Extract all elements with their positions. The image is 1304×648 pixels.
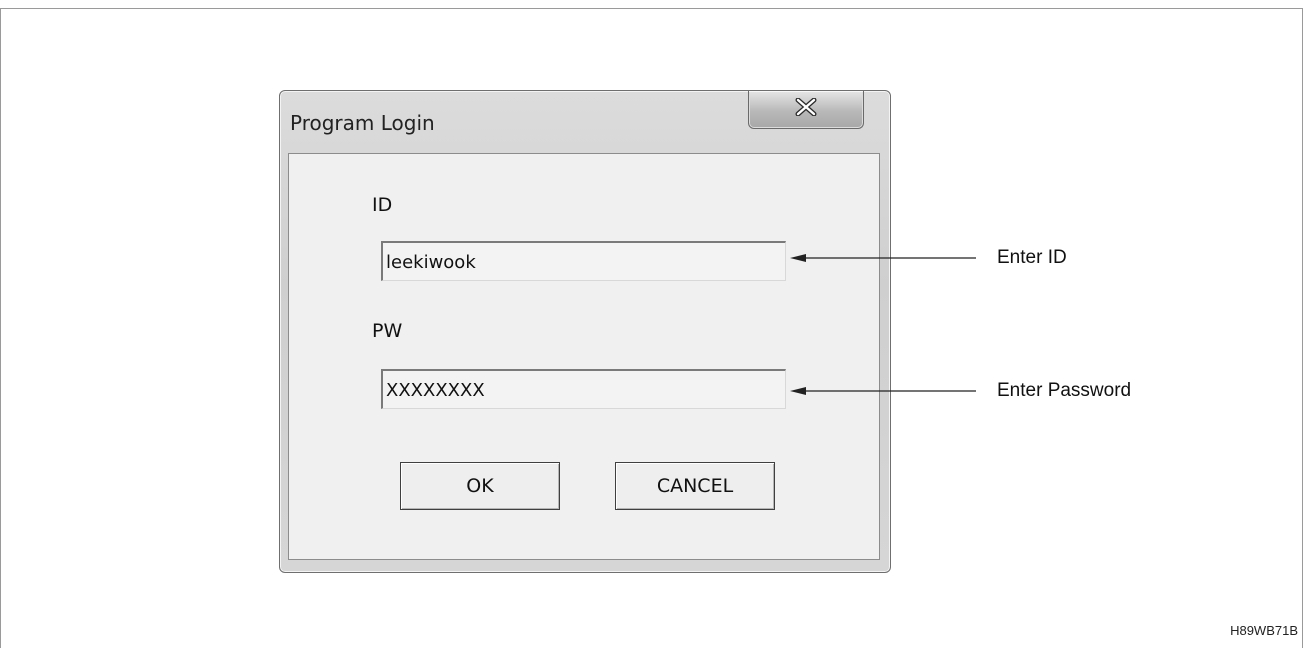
pw-callout-text: Enter Password xyxy=(997,380,1132,401)
callout-lines xyxy=(790,254,976,395)
id-callout-arrow-icon xyxy=(790,254,806,262)
pw-callout-arrow-icon xyxy=(790,387,806,395)
figure-code: H89WB71B xyxy=(1230,623,1298,638)
id-callout-text: Enter ID xyxy=(997,247,1067,268)
